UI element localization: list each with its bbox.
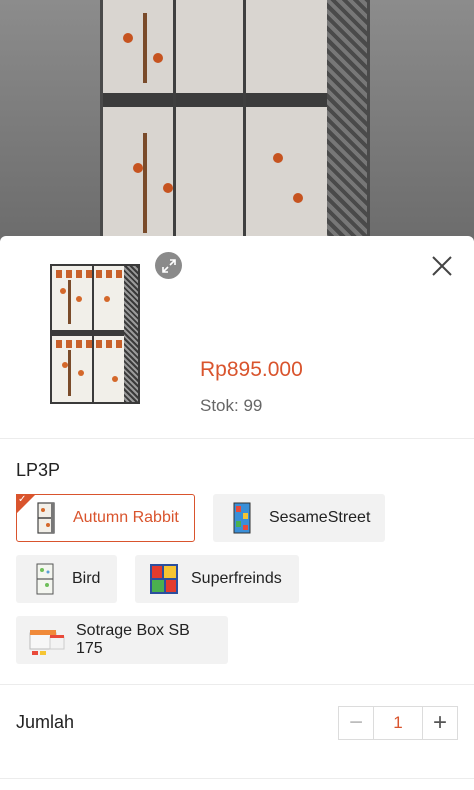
- product-price: Rp895.000: [200, 358, 303, 381]
- variant-option-label: Superfreinds: [191, 570, 282, 587]
- variant-option-sesamestreet[interactable]: SesameStreet: [213, 494, 385, 542]
- variant-thumbnail: [28, 623, 66, 657]
- divider: [0, 684, 474, 685]
- quantity-stepper: − 1 +: [338, 706, 458, 740]
- variant-thumbnail: [225, 501, 259, 535]
- variant-option-label: SesameStreet: [269, 509, 371, 526]
- variant-option-label: Autumn Rabbit: [73, 509, 179, 526]
- close-icon[interactable]: [428, 252, 456, 280]
- variant-option-label: Sotrage Box SB 175: [76, 622, 190, 657]
- divider: [0, 778, 474, 779]
- expand-icon[interactable]: [155, 252, 182, 279]
- variant-thumbnail: [28, 562, 62, 596]
- product-thumbnail: [44, 260, 144, 412]
- variant-option-autumn-rabbit[interactable]: ✓ Autumn Rabbit: [16, 494, 195, 542]
- product-stock: Stok: 99: [200, 396, 263, 415]
- background-product-photo: [0, 0, 474, 250]
- variant-thumbnail: [29, 501, 63, 535]
- divider: [0, 438, 474, 439]
- quantity-increase-button[interactable]: +: [423, 707, 457, 739]
- variant-option-bird[interactable]: Bird: [16, 555, 117, 603]
- cabinet-image: [100, 0, 370, 250]
- quantity-label: Jumlah: [16, 712, 75, 732]
- variant-option-label: Bird: [72, 570, 101, 587]
- quantity-decrease-button[interactable]: −: [339, 707, 373, 739]
- variant-option-sotrage-box-sb-175[interactable]: Sotrage Box SB 175: [16, 616, 228, 664]
- variant-thumbnail: [147, 562, 181, 596]
- variant-group-label: LP3P: [16, 460, 61, 480]
- variant-option-superfreinds[interactable]: Superfreinds: [135, 555, 299, 603]
- quantity-value-input[interactable]: 1: [373, 707, 423, 739]
